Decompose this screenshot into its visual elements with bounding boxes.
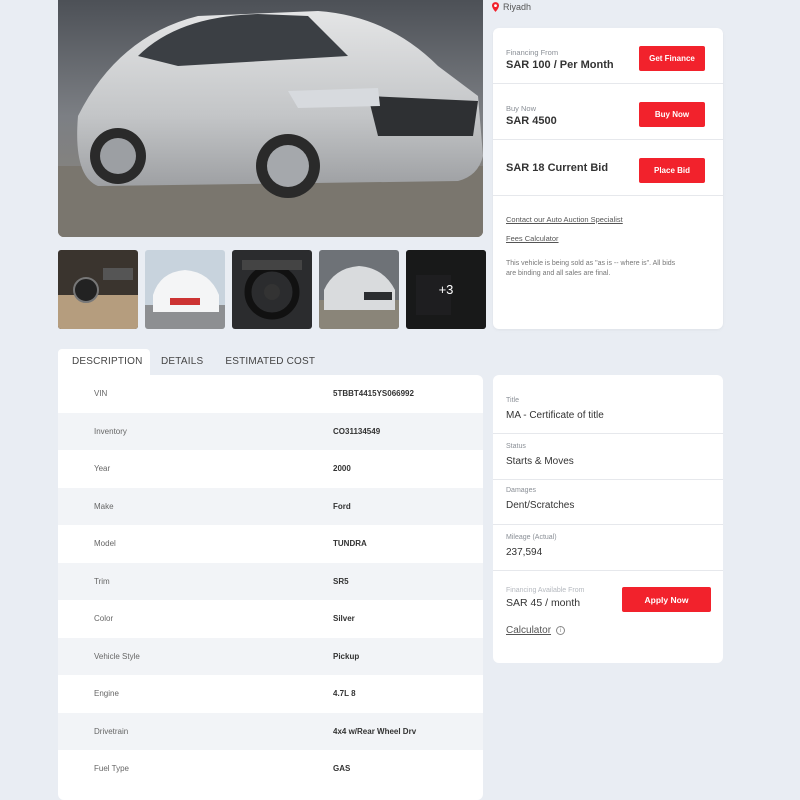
apply-now-button[interactable]: Apply Now [622,587,711,612]
table-row: Model TUNDRA [58,525,483,563]
thumbnail-front-view[interactable] [319,250,399,329]
thumbnail-rear-view[interactable] [145,250,225,329]
row-value: 5TBBT4415YS066992 [333,389,414,399]
row-label: VIN [94,389,108,399]
row-label: Engine [94,689,119,699]
row-value: 2000 [333,464,351,474]
location-pin-icon [492,2,499,12]
current-bid: SAR 18 Current Bid [506,162,609,174]
sale-disclaimer: This vehicle is being sold as "as is -- … [506,260,676,277]
row-label: Inventory [94,426,127,436]
row-value: 4x4 w/Rear Wheel Drv [333,726,417,736]
row-value: Silver [333,614,355,624]
thumbnail-steering-wheel[interactable] [232,250,312,329]
title-row: Title MA - Certificate of title [493,375,723,434]
table-row: Vehicle Style Pickup [58,637,483,675]
location: Riyadh [492,2,531,12]
table-row: Color Silver [58,600,483,638]
thumbnail-more-photos[interactable]: +3 [406,250,486,329]
row-label: Trim [94,576,110,586]
buy-now-price: SAR 4500 [506,115,557,127]
financing-available-value: SAR 45 / month [506,597,581,609]
row-label: Fuel Type [94,764,129,774]
row-value: GAS [333,764,351,774]
vehicle-details-table: VIN 5TBBT4415YS066992 Inventory CO311345… [58,375,483,800]
damages-row: Damages Dent/Scratches [493,480,723,525]
row-value: Pickup [333,651,360,661]
row-label: Make [94,501,114,511]
tab-estimated-cost[interactable]: ESTIMATED COST [214,349,326,375]
row-label: Drivetrain [94,726,129,736]
bid-row: SAR 18 Current Bid Place Bid [493,140,723,196]
status-label: Status [506,443,526,450]
table-row: Make Ford [58,487,483,525]
main-car-photo[interactable] [58,0,483,237]
title-label: Title [506,397,519,404]
contact-specialist-link[interactable]: Contact our Auto Auction Specialist [506,215,706,224]
row-value: 4.7L 8 [333,689,356,699]
damages-label: Damages [506,486,536,494]
tab-description[interactable]: DESCRIPTION [58,349,150,375]
row-label: Year [94,464,111,474]
buy-now-row: Buy Now SAR 4500 Buy Now [493,84,723,140]
financing-available-label: Financing Available From [506,587,585,594]
mileage-value: 237,594 [506,547,543,558]
thumbnail-interior-dashboard[interactable] [58,250,138,329]
vehicle-info-card: Title MA - Certificate of title Status S… [493,375,723,663]
row-value: CO31134549 [333,426,381,436]
place-bid-button[interactable]: Place Bid [639,158,705,183]
more-photos-count: +3 [406,250,486,329]
location-text: Riyadh [503,2,532,12]
row-label: Vehicle Style [94,651,140,661]
info-icon[interactable]: i [556,626,566,635]
fees-calculator-link[interactable]: Fees Calculator [506,234,706,243]
get-finance-button[interactable]: Get Finance [639,46,705,71]
table-row: Drivetrain 4x4 w/Rear Wheel Drv [58,712,483,750]
details-tabs: DESCRIPTION DETAILS ESTIMATED COST [58,349,326,375]
mileage-row: Mileage (Actual) 237,594 [493,525,723,571]
row-label: Color [94,614,114,624]
calculator-link[interactable]: Calculator [506,625,551,636]
table-row: Inventory CO31134549 [58,412,483,450]
row-value: TUNDRA [333,539,367,549]
tab-details[interactable]: DETAILS [150,349,214,375]
status-row: Status Starts & Moves [493,434,723,480]
row-value: SR5 [333,576,349,586]
financing-label: Financing From [506,48,559,57]
financing-row: Financing From SAR 100 / Per Month Get F… [493,28,723,84]
buy-now-button[interactable]: Buy Now [639,102,705,127]
table-row: VIN 5TBBT4415YS066992 [58,375,483,413]
table-row: Fuel Type GAS [58,750,483,788]
title-value: MA - Certificate of title [506,410,604,421]
financing-available-block: Financing Available From SAR 45 / month … [493,571,723,663]
mileage-label: Mileage (Actual) [506,534,557,541]
buy-now-label: Buy Now [506,104,537,113]
table-row: Engine 4.7L 8 [58,675,483,713]
row-label: Model [94,539,116,549]
purchase-card: Financing From SAR 100 / Per Month Get F… [493,28,723,329]
table-row: Year 2000 [58,450,483,488]
status-value: Starts & Moves [506,456,574,467]
thumbnail-strip: +3 [58,250,486,329]
row-value: Ford [333,501,351,511]
damages-value: Dent/Scratches [506,499,575,511]
table-row: Trim SR5 [58,562,483,600]
financing-value: SAR 100 / Per Month [506,59,614,71]
